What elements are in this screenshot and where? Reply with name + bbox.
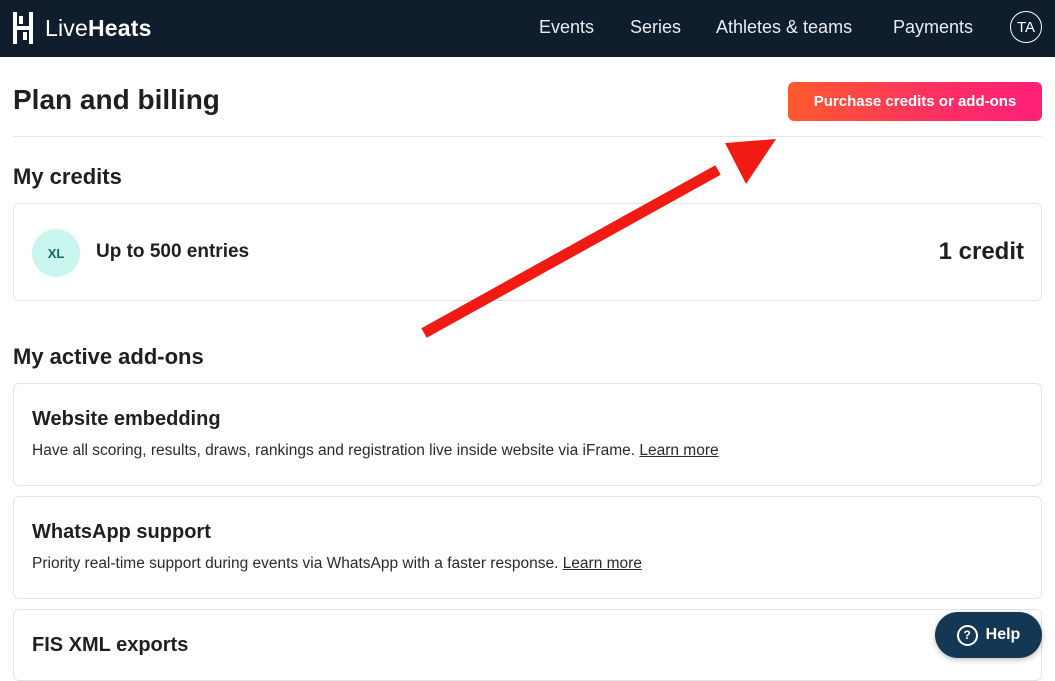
- nav-payments[interactable]: Payments: [893, 17, 973, 38]
- addon-title: WhatsApp support: [32, 521, 211, 543]
- addon-title: Website embedding: [32, 408, 221, 430]
- nav-series[interactable]: Series: [630, 17, 681, 38]
- credit-size-badge: XL: [32, 229, 80, 277]
- liveheats-logo-icon: [13, 12, 33, 44]
- nav-events[interactable]: Events: [539, 17, 594, 38]
- credit-card: XL Up to 500 entries 1 credit: [13, 203, 1042, 301]
- addon-description-text: Priority real-time support during events…: [32, 555, 559, 572]
- top-navbar: LiveHeats Events Series Athletes & teams…: [0, 0, 1055, 57]
- addon-description-text: Have all scoring, results, draws, rankin…: [32, 442, 636, 459]
- purchase-credits-button[interactable]: Purchase credits or add-ons: [788, 82, 1042, 121]
- learn-more-link[interactable]: Learn more: [639, 442, 718, 459]
- addon-card-website-embedding: Website embedding Have all scoring, resu…: [13, 383, 1042, 486]
- logo[interactable]: LiveHeats: [13, 11, 152, 45]
- active-addons-heading: My active add-ons: [13, 344, 204, 369]
- addon-description: Priority real-time support during events…: [32, 555, 642, 573]
- addon-title: FIS XML exports: [32, 634, 189, 656]
- addon-description: Have all scoring, results, draws, rankin…: [32, 442, 719, 460]
- addon-card-whatsapp-support: WhatsApp support Priority real-time supp…: [13, 496, 1042, 599]
- help-question-icon: ?: [956, 624, 978, 646]
- nav-athletes-teams[interactable]: Athletes & teams: [716, 17, 852, 38]
- page-title: Plan and billing: [13, 84, 220, 115]
- header-divider: [13, 136, 1042, 137]
- credit-name: Up to 500 entries: [96, 241, 250, 262]
- learn-more-link[interactable]: Learn more: [563, 555, 642, 572]
- help-button[interactable]: ? Help: [935, 612, 1042, 658]
- addon-card-fis-xml-exports: FIS XML exports: [13, 609, 1042, 681]
- my-credits-heading: My credits: [13, 164, 122, 189]
- credit-count: 1 credit: [938, 238, 1024, 265]
- help-label: Help: [985, 626, 1021, 643]
- logo-wordmark: LiveHeats: [45, 15, 152, 41]
- user-avatar[interactable]: TA: [1010, 11, 1042, 43]
